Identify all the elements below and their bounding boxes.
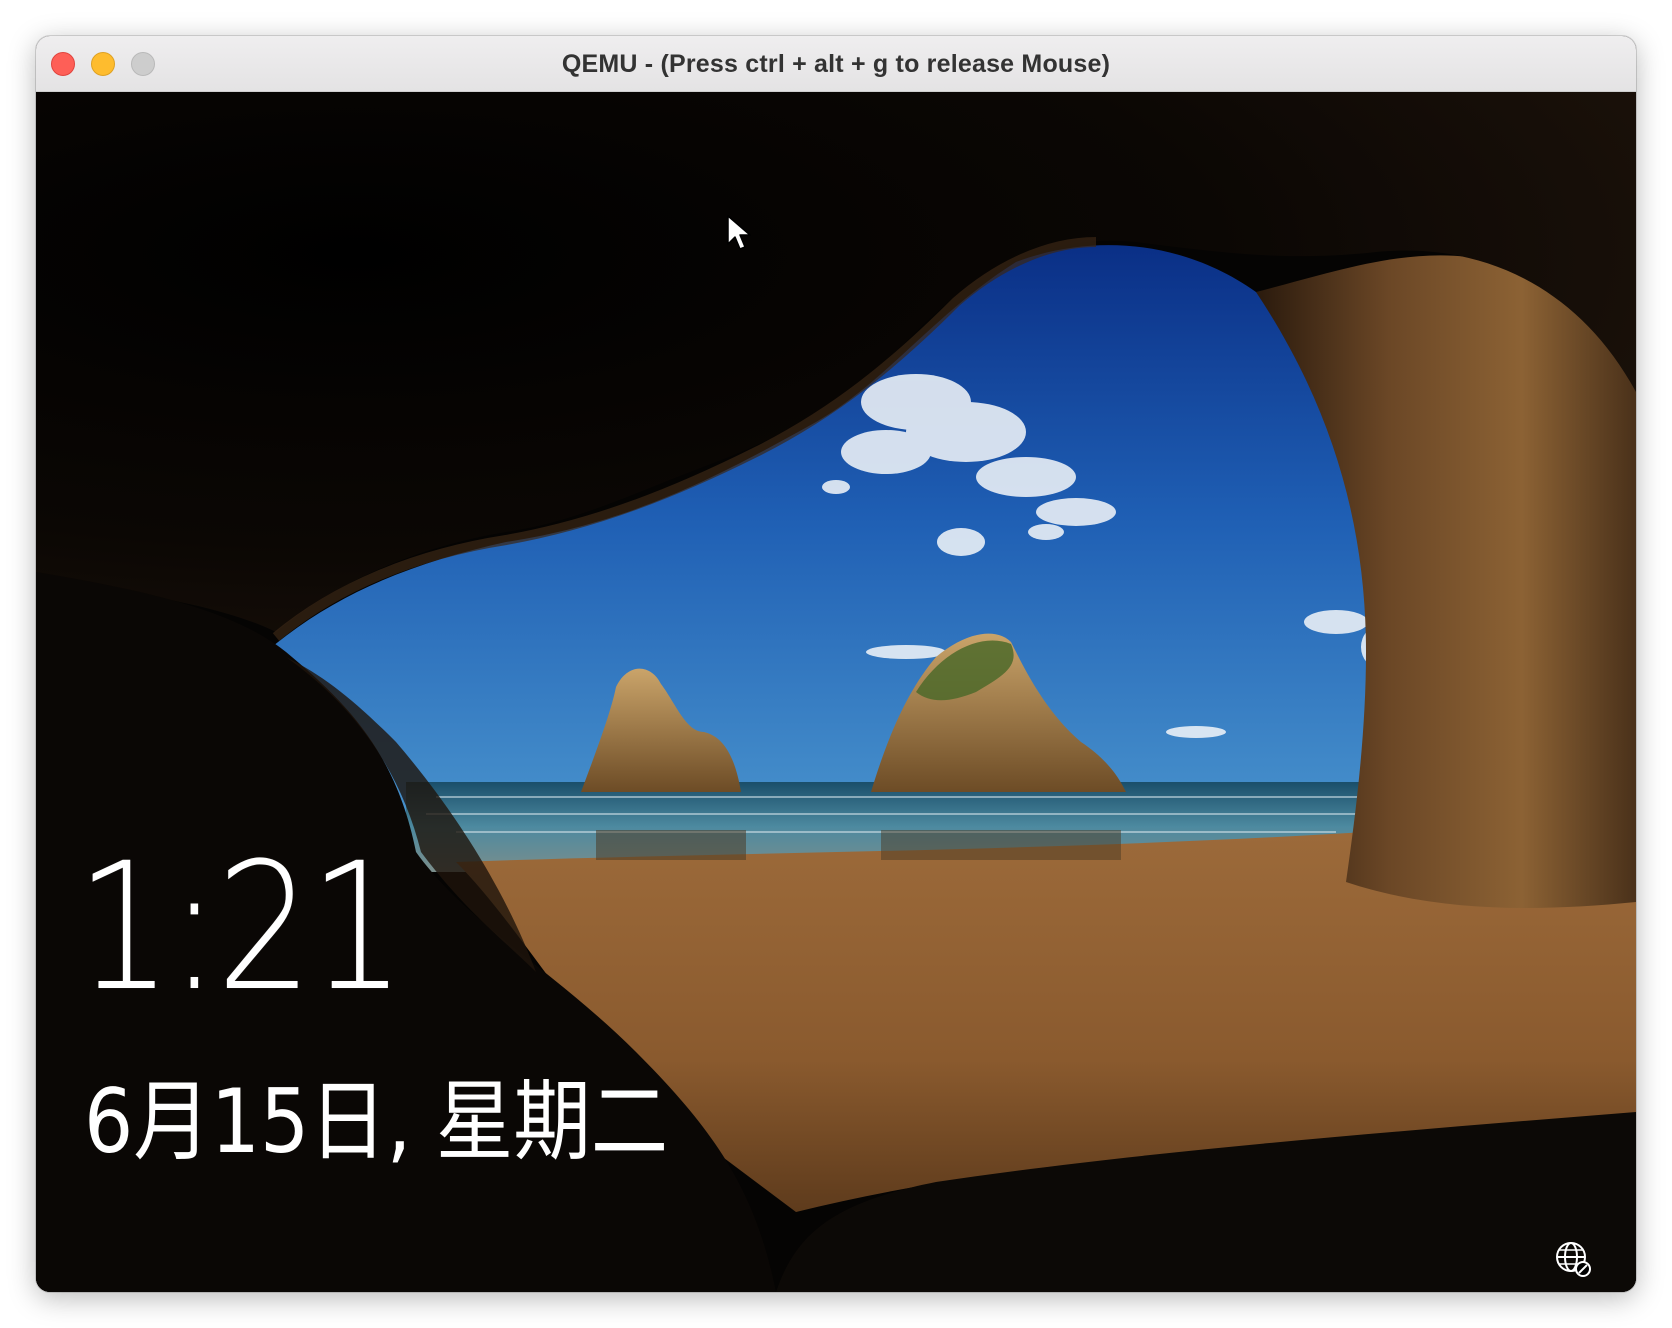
mouse-cursor-icon (727, 215, 751, 250)
globe-network-icon[interactable] (1554, 1240, 1592, 1278)
window-title: QEMU - (Press ctrl + alt + g to release … (561, 50, 1111, 78)
qemu-window: QEMU - (Press ctrl + alt + g to release … (36, 36, 1636, 1292)
title-bar[interactable]: QEMU - (Press ctrl + alt + g to release … (36, 36, 1636, 92)
lock-screen-time: 1:21 (76, 825, 406, 1030)
lock-screen-date: 6月15日, 星期二 (84, 1070, 669, 1173)
vm-display[interactable]: 1:21 6月15日, 星期二 (36, 92, 1636, 1292)
